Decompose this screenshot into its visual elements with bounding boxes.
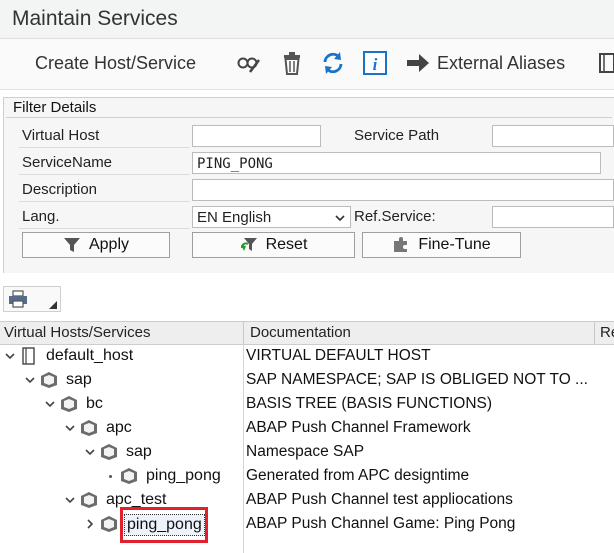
tree-row[interactable]: apc ABAP Push Channel Framework xyxy=(0,416,614,440)
tree-row-doc: Generated from APC designtime xyxy=(246,467,470,484)
fine-tune-button[interactable]: Fine-Tune xyxy=(362,232,521,258)
more-icon[interactable] xyxy=(596,50,614,76)
ref-service-input[interactable] xyxy=(492,206,614,228)
tree-node-label[interactable]: bc xyxy=(86,394,103,414)
tree-node-label[interactable]: ping_pong xyxy=(146,466,221,486)
tree-row-doc: ABAP Push Channel test appliocations xyxy=(246,491,513,508)
tree-row-doc: VIRTUAL DEFAULT HOST xyxy=(246,347,431,364)
service-box-icon xyxy=(81,492,97,508)
refresh-icon[interactable] xyxy=(320,50,346,76)
create-host-service-button[interactable]: Create Host/Service xyxy=(35,53,196,74)
service-box-icon xyxy=(41,372,57,388)
apply-button[interactable]: Apply xyxy=(22,232,170,258)
tree-row-doc: BASIS TREE (BASIS FUNCTIONS) xyxy=(246,395,493,412)
tree-row-doc: Namespace SAP xyxy=(246,443,365,460)
tree-node-label[interactable]: sap xyxy=(126,442,152,462)
expand-caret-icon[interactable] xyxy=(84,518,96,530)
display-change-icon[interactable] xyxy=(236,50,262,76)
service-name-label: ServiceName xyxy=(19,152,190,175)
filter-details-legend: Filter Details xyxy=(13,99,97,116)
col-divider[interactable] xyxy=(594,322,595,344)
virtual-host-input[interactable] xyxy=(192,125,321,147)
legend-divider xyxy=(6,117,612,118)
reset-filter-icon xyxy=(240,238,257,251)
service-box-icon xyxy=(101,444,117,460)
lang-select[interactable]: EN English xyxy=(192,206,351,228)
tree-row-doc: ABAP Push Channel Game: Ping Pong xyxy=(246,515,516,532)
tree-node-label[interactable]: default_host xyxy=(46,346,133,366)
reset-button-label: Reset xyxy=(265,236,308,253)
collapse-caret-icon[interactable] xyxy=(24,374,36,386)
dropdown-arrow-icon xyxy=(49,301,57,309)
host-icon xyxy=(22,347,35,365)
col-documentation[interactable]: Documentation xyxy=(246,322,351,344)
tree-row[interactable]: apc_test ABAP Push Channel test applioca… xyxy=(0,488,614,512)
virtual-host-label: Virtual Host xyxy=(19,125,190,148)
reset-button[interactable]: Reset xyxy=(192,232,355,258)
tree-node-label[interactable]: sap xyxy=(66,370,92,390)
service-path-input[interactable] xyxy=(492,125,614,147)
lang-label: Lang. xyxy=(19,206,190,229)
info-icon[interactable]: i xyxy=(362,50,388,76)
tree-row[interactable]: ping_pong ABAP Push Channel Game: Ping P… xyxy=(0,512,614,536)
tree-row[interactable]: sap SAP NAMESPACE; SAP IS OBLIGED NOT TO… xyxy=(0,368,614,392)
collapse-caret-icon[interactable] xyxy=(64,422,76,434)
lang-select-value: EN English xyxy=(197,209,272,226)
col-divider[interactable] xyxy=(243,322,244,344)
printer-icon xyxy=(9,290,27,308)
tree-header: Virtual Hosts/Services Documentation Re xyxy=(0,321,614,345)
tree-row[interactable]: default_host VIRTUAL DEFAULT HOST xyxy=(0,344,614,368)
tree-row[interactable]: sap Namespace SAP xyxy=(0,440,614,464)
description-label: Description xyxy=(19,179,190,202)
ref-service-label: Ref.Service: xyxy=(354,208,436,225)
service-box-icon xyxy=(61,396,77,412)
apply-button-label: Apply xyxy=(88,236,130,253)
tree-row-doc: ABAP Push Channel Framework xyxy=(246,419,471,436)
col-re[interactable]: Re xyxy=(596,322,614,344)
tree-row[interactable]: ping_pong Generated from APC designtime xyxy=(0,464,614,488)
collapse-caret-icon[interactable] xyxy=(64,494,76,506)
collapse-caret-icon[interactable] xyxy=(84,446,96,458)
collapse-caret-icon[interactable] xyxy=(4,350,16,362)
chevron-down-icon xyxy=(335,215,345,222)
page-title: Maintain Services xyxy=(12,7,178,30)
trash-icon[interactable] xyxy=(279,50,305,76)
puzzle-icon xyxy=(394,237,408,252)
external-aliases-button[interactable]: External Aliases xyxy=(437,53,565,74)
print-button[interactable] xyxy=(3,286,61,312)
fine-tune-button-label: Fine-Tune xyxy=(418,236,491,253)
filter-icon xyxy=(63,238,80,252)
service-box-icon xyxy=(101,516,117,532)
svg-text:i: i xyxy=(373,55,378,74)
application-toolbar: Create Host/Service i External Aliases xyxy=(0,39,614,90)
highlight-box xyxy=(120,507,208,543)
title-bar: Maintain Services xyxy=(0,0,614,39)
service-path-label: Service Path xyxy=(354,127,440,144)
arrow-right-icon[interactable] xyxy=(405,50,431,76)
service-name-input[interactable]: PING_PONG xyxy=(192,152,601,174)
tree-node-label[interactable]: apc xyxy=(106,418,132,438)
col-virtual-hosts[interactable]: Virtual Hosts/Services xyxy=(0,322,150,344)
tree-row-doc: SAP NAMESPACE; SAP IS OBLIGED NOT TO ... xyxy=(246,371,588,388)
service-box-icon xyxy=(81,420,97,436)
collapse-caret-icon[interactable] xyxy=(44,398,56,410)
description-input[interactable] xyxy=(192,179,614,201)
tree-row[interactable]: bc BASIS TREE (BASIS FUNCTIONS) xyxy=(0,392,614,416)
leaf-bullet xyxy=(109,475,112,478)
service-box-icon xyxy=(121,468,137,484)
